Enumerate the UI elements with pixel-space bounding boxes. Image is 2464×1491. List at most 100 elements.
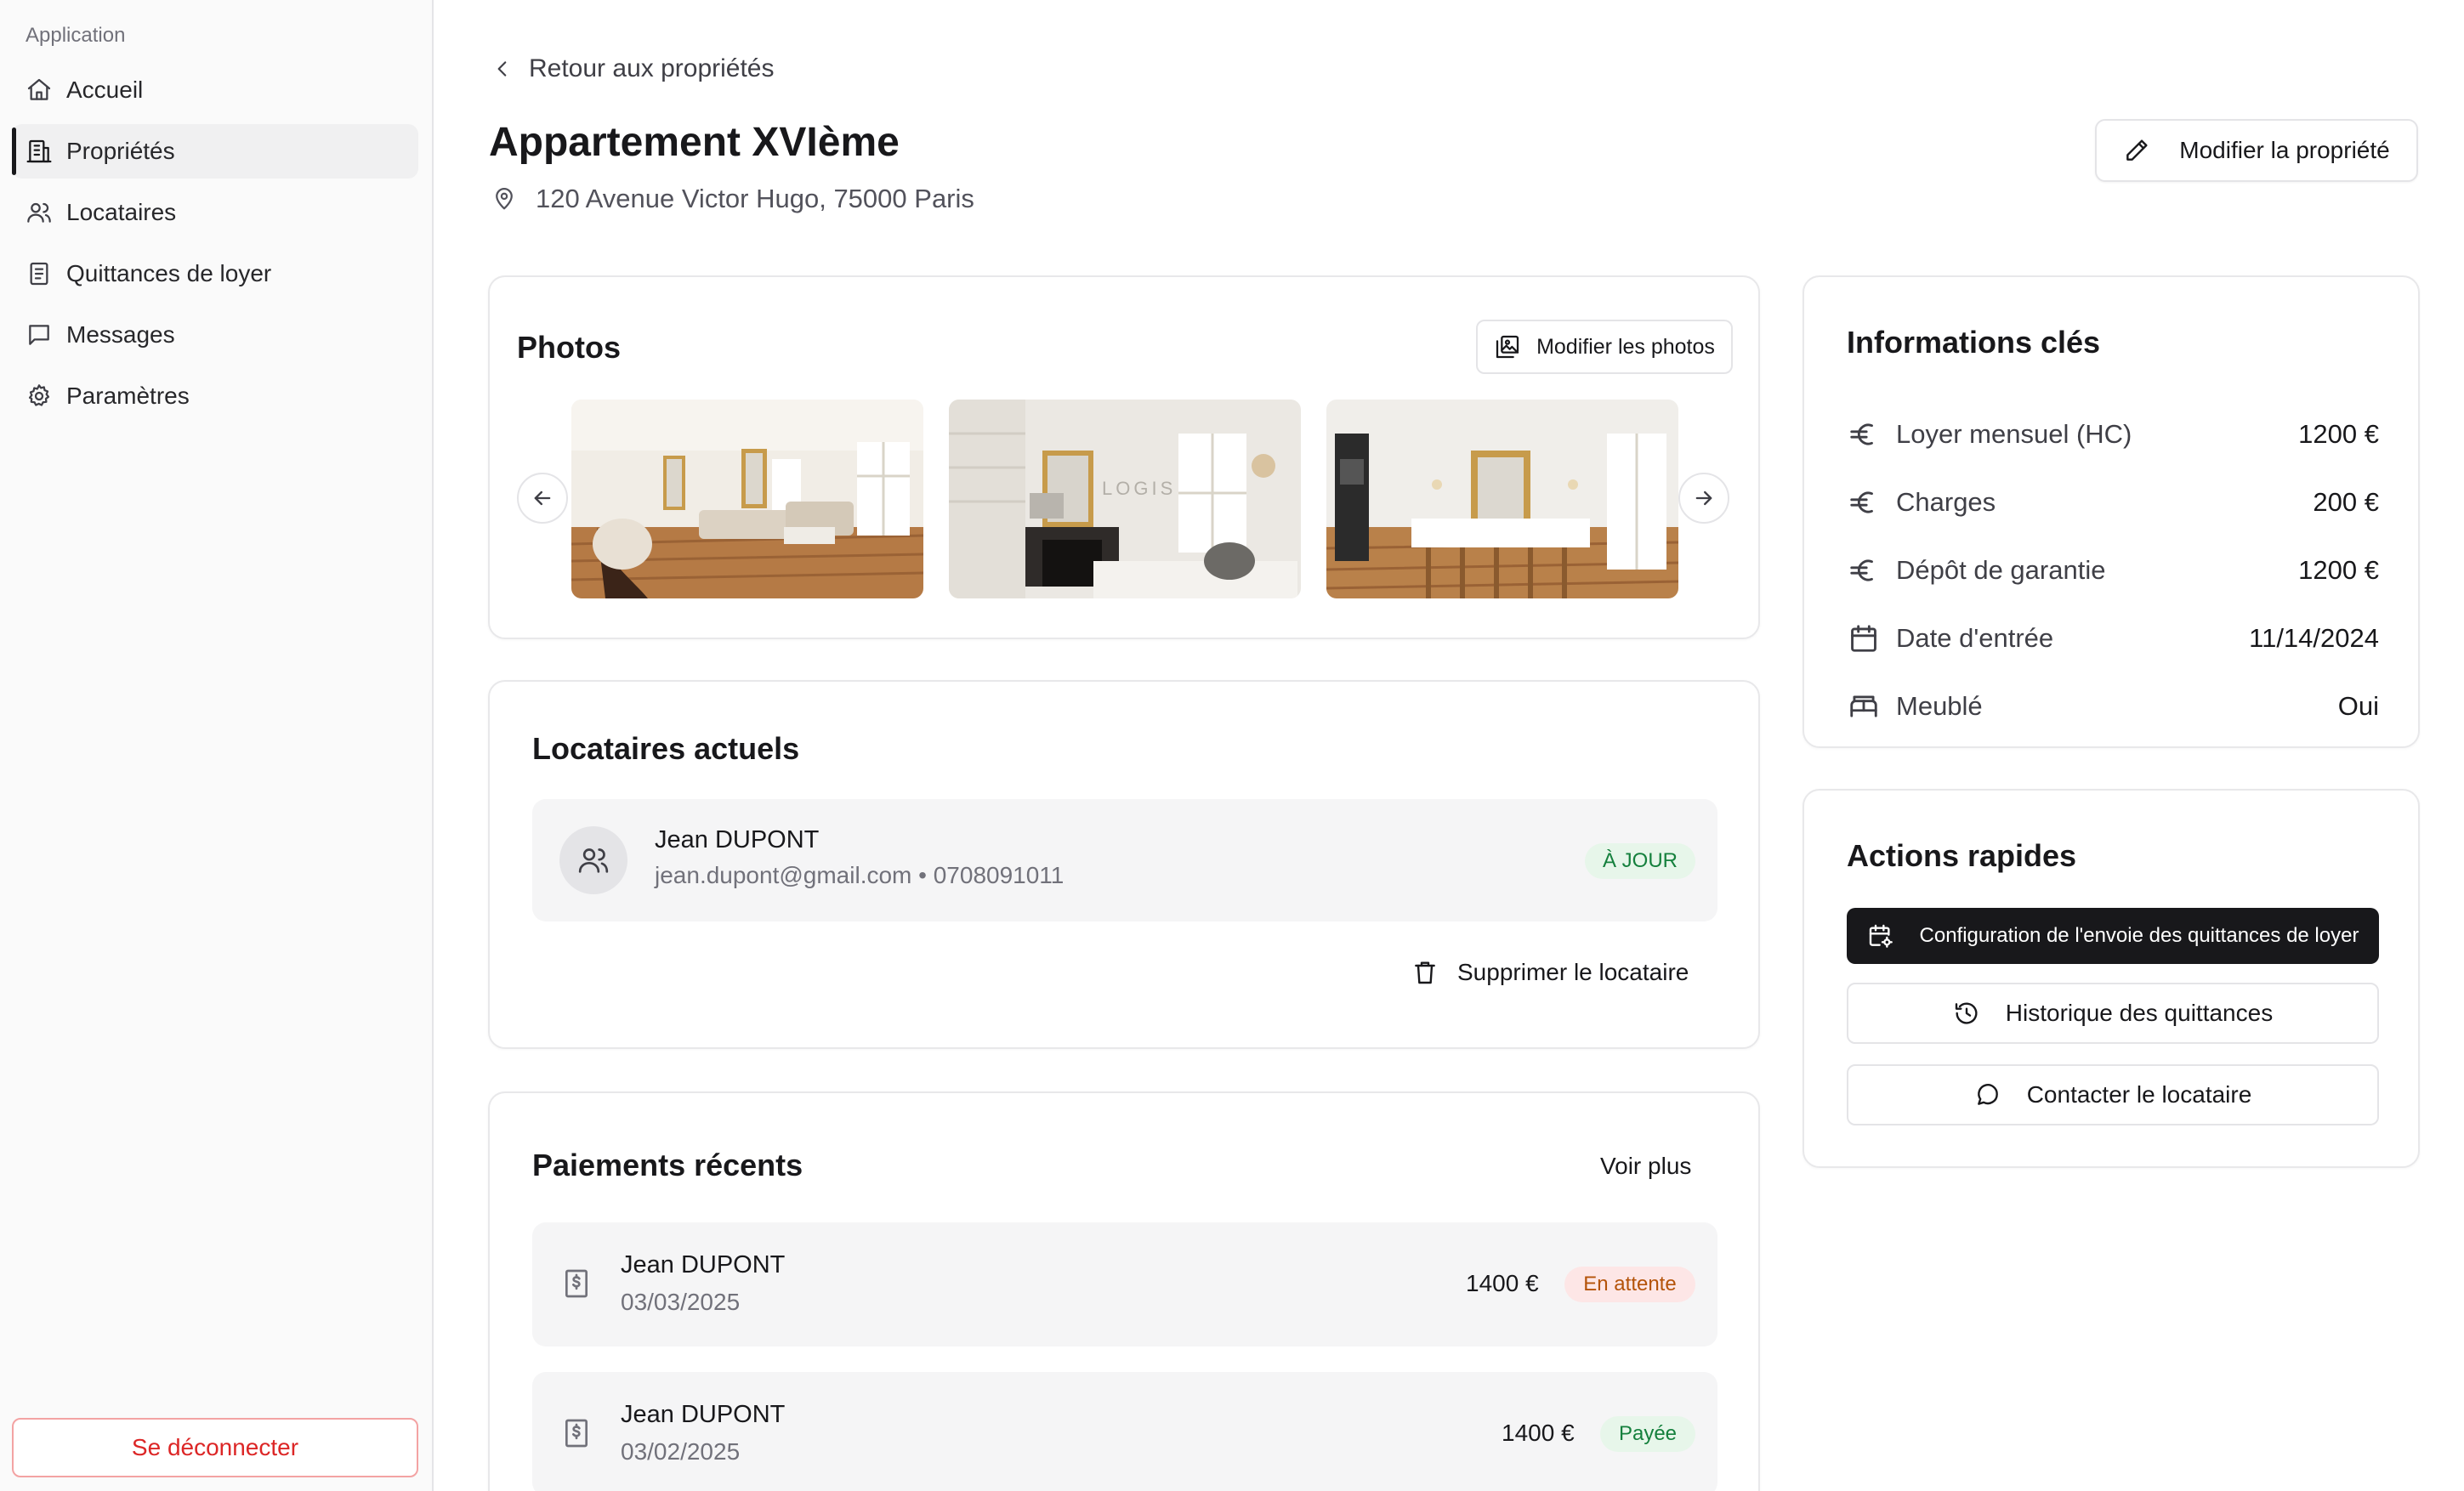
info-label: Meublé <box>1896 691 1983 721</box>
calendar-settings-icon <box>1867 922 1920 950</box>
recent-payments-card: Paiements récents Voir plus Jean DUPONT … <box>488 1091 1760 1491</box>
sidebar: Application Accueil Propriétés Locataire… <box>0 0 434 1491</box>
edit-photos-button[interactable]: Modifier les photos <box>1476 320 1733 374</box>
contact-tenant-label: Contacter le locataire <box>2026 1081 2252 1108</box>
see-more-link[interactable]: Voir plus <box>1600 1153 1691 1180</box>
info-label: Charges <box>1896 487 1996 517</box>
edit-property-label: Modifier la propriété <box>2179 137 2390 163</box>
edit-property-button[interactable]: Modifier la propriété <box>2095 119 2418 182</box>
payment-row[interactable]: Jean DUPONT 03/02/2025 1400 € Payée <box>532 1372 1717 1491</box>
info-value: Oui <box>2337 691 2379 721</box>
invoice-dollar-icon <box>559 1267 593 1301</box>
receipt-icon <box>26 260 53 287</box>
info-row-furnished: Meublé Oui <box>1847 685 2379 728</box>
status-badge: En attente <box>1564 1267 1695 1302</box>
euro-icon <box>1847 417 1881 451</box>
page-title: Appartement XVIème <box>489 120 900 165</box>
pencil-icon <box>2123 137 2179 164</box>
key-info-title: Informations clés <box>1847 325 2101 360</box>
tenant-name: Jean DUPONT <box>655 826 820 853</box>
history-icon <box>1953 1000 2006 1027</box>
bed-icon <box>1847 689 1881 723</box>
info-label: Loyer mensuel (HC) <box>1896 419 2132 449</box>
tenants-title: Locataires actuels <box>532 731 800 766</box>
sidebar-group-label: Application <box>26 24 126 47</box>
info-label: Date d'entrée <box>1896 623 2054 653</box>
payment-row[interactable]: Jean DUPONT 03/03/2025 1400 € En attente <box>532 1222 1717 1346</box>
photo-watermark: LOGIS <box>1102 478 1176 499</box>
photos-title: Photos <box>517 330 621 365</box>
arrow-right-icon <box>1692 486 1716 510</box>
sidebar-item-accueil[interactable]: Accueil <box>12 63 418 117</box>
message-icon <box>26 321 53 349</box>
sidebar-item-label: Quittances de loyer <box>66 260 272 286</box>
payment-date: 03/02/2025 <box>621 1438 741 1465</box>
building-icon <box>26 138 53 165</box>
sidebar-nav: Accueil Propriétés Locataires Quittances… <box>12 63 418 430</box>
configure-receipts-label: Configuration de l'envoie des quittances… <box>1919 924 2359 947</box>
invoice-dollar-icon <box>559 1416 593 1450</box>
payment-tenant-name: Jean DUPONT <box>621 1401 786 1428</box>
back-link[interactable]: Retour aux propriétés <box>491 54 775 83</box>
property-address: 120 Avenue Victor Hugo, 75000 Paris <box>491 184 974 214</box>
sidebar-item-label: Paramètres <box>66 383 190 409</box>
payments-title: Paiements récents <box>532 1148 803 1182</box>
receipts-history-label: Historique des quittances <box>2005 1000 2274 1026</box>
payment-amount: 1400 € <box>1502 1420 1575 1446</box>
images-icon <box>1494 333 1536 360</box>
sidebar-item-parametres[interactable]: Paramètres <box>12 369 418 423</box>
map-pin-icon <box>491 186 536 212</box>
delete-tenant-button[interactable]: Supprimer le locataire <box>1411 959 1689 986</box>
euro-icon <box>1847 553 1881 587</box>
sidebar-item-proprietes[interactable]: Propriétés <box>12 124 418 179</box>
sidebar-item-label: Locataires <box>66 199 177 225</box>
info-label: Dépôt de garantie <box>1896 555 2106 585</box>
avatar <box>559 826 627 894</box>
info-value: 1200 € <box>2298 419 2379 449</box>
euro-icon <box>1847 485 1881 519</box>
payment-amount: 1400 € <box>1466 1270 1539 1296</box>
users-icon <box>26 199 53 226</box>
carousel-prev-button[interactable] <box>517 473 568 524</box>
property-photo-living-room[interactable] <box>571 400 923 598</box>
chat-bubble-icon <box>1974 1081 2027 1108</box>
current-tenants-card: Locataires actuels Jean DUPONT jean.dupo… <box>488 680 1760 1049</box>
info-value: 1200 € <box>2298 555 2379 585</box>
sidebar-item-messages[interactable]: Messages <box>12 308 418 362</box>
sidebar-item-label: Propriétés <box>66 138 175 164</box>
property-photo-bedroom[interactable]: LOGIS <box>949 400 1301 598</box>
photos-card: Photos Modifier les photos LOGIS <box>488 275 1760 639</box>
info-row-deposit: Dépôt de garantie 1200 € <box>1847 549 2379 592</box>
configure-receipts-button[interactable]: Configuration de l'envoie des quittances… <box>1847 908 2379 964</box>
logout-button[interactable]: Se déconnecter <box>12 1418 418 1477</box>
contact-tenant-button[interactable]: Contacter le locataire <box>1847 1064 2379 1125</box>
quick-actions-card: Actions rapides Configuration de l'envoi… <box>1803 789 2420 1168</box>
edit-photos-label: Modifier les photos <box>1536 334 1715 359</box>
users-icon <box>576 843 610 877</box>
status-badge: À JOUR <box>1585 843 1695 879</box>
carousel-next-button[interactable] <box>1678 473 1729 524</box>
arrow-left-icon <box>531 486 554 510</box>
sidebar-item-quittances[interactable]: Quittances de loyer <box>12 247 418 301</box>
trash-icon <box>1411 959 1457 986</box>
receipts-history-button[interactable]: Historique des quittances <box>1847 983 2379 1044</box>
info-value: 200 € <box>2313 487 2379 517</box>
info-row-rent: Loyer mensuel (HC) 1200 € <box>1847 413 2379 456</box>
status-badge: Payée <box>1600 1416 1695 1452</box>
address-text: 120 Avenue Victor Hugo, 75000 Paris <box>536 184 974 213</box>
home-icon <box>26 77 53 104</box>
property-photo-kitchen[interactable] <box>1326 400 1678 598</box>
gear-icon <box>26 383 53 410</box>
back-link-label: Retour aux propriétés <box>529 54 775 82</box>
tenant-row[interactable]: Jean DUPONT jean.dupont@gmail.com • 0708… <box>532 799 1717 921</box>
payment-tenant-name: Jean DUPONT <box>621 1251 786 1278</box>
chevron-left-icon <box>491 58 529 80</box>
sidebar-item-label: Messages <box>66 321 175 348</box>
info-value: 11/14/2024 <box>2249 623 2379 653</box>
sidebar-item-label: Accueil <box>66 77 144 103</box>
info-row-charges: Charges 200 € <box>1847 481 2379 524</box>
key-info-card: Informations clés Loyer mensuel (HC) 120… <box>1803 275 2420 748</box>
payment-date: 03/03/2025 <box>621 1289 741 1315</box>
sidebar-item-locataires[interactable]: Locataires <box>12 185 418 240</box>
tenant-contact: jean.dupont@gmail.com • 0708091011 <box>655 862 1065 888</box>
